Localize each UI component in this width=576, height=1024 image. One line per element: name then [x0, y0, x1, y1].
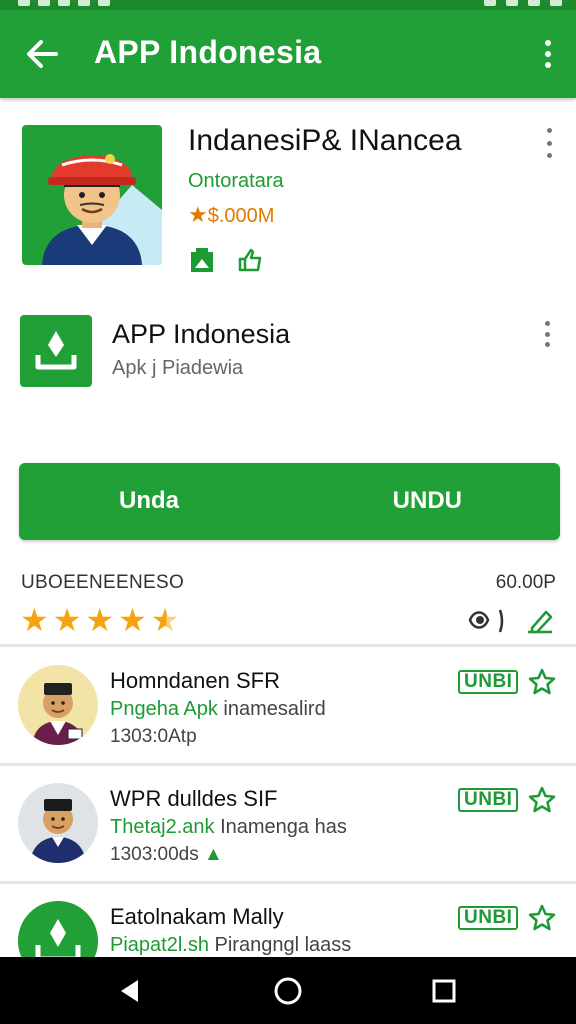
favorite-star-icon[interactable] — [528, 786, 556, 814]
install-button-left-label: Unda — [119, 487, 179, 514]
favorite-star-icon[interactable] — [528, 668, 556, 696]
rating-stars: ★ ★ ★ ★ ★ — [20, 604, 179, 636]
share-icon[interactable] — [466, 606, 510, 641]
app-bar: APP Indonesia — [0, 10, 576, 98]
notification-icon — [38, 0, 50, 6]
back-arrow-icon[interactable] — [22, 34, 62, 74]
hero-app-title: IndanesiP& INancea — [188, 124, 462, 157]
star-icon: ★ — [118, 602, 147, 638]
hero-rating: ★$.000M — [188, 202, 274, 228]
write-review-icon[interactable] — [524, 606, 556, 641]
small-arrow-icon: ▲ — [204, 844, 223, 865]
app-row-name: APP Indonesia — [112, 319, 291, 349]
avatar — [18, 665, 98, 745]
rating-label: UBOEENEENESO — [21, 572, 185, 593]
rating-count: 60.00P — [495, 572, 556, 593]
hero-more-options-icon[interactable] — [544, 128, 554, 158]
list-item-title: WPR dulldes SIF — [110, 786, 278, 811]
install-button[interactable]: Unda UNDU — [19, 463, 560, 540]
hero-card: IndanesiP& INancea Ontoratara ★$.000M — [0, 98, 576, 288]
list-item-title: Eatolnakam Mally — [110, 904, 284, 929]
divider — [0, 644, 576, 647]
hero-developer-link[interactable]: Ontoratara — [188, 170, 284, 193]
list-item-badge: UNBI — [458, 906, 519, 930]
list-item-meta: 1303:00ds ▲ — [110, 844, 223, 865]
app-row-more-options-icon[interactable] — [542, 321, 552, 347]
app-row-subtitle: Apk j Piadewia — [112, 357, 244, 379]
notification-icon — [78, 0, 90, 6]
editors-choice-icon — [188, 246, 216, 279]
download-app-icon — [20, 315, 92, 387]
install-button-right-label: UNDU — [392, 487, 462, 514]
list-item-subtitle: Pngeha Apk inamesalird — [110, 698, 326, 720]
avatar — [18, 783, 98, 863]
status-icons-left — [18, 0, 110, 6]
status-bar — [0, 0, 576, 10]
rating-section: UBOEENEENESO 60.00P ★ ★ ★ ★ ★ — [0, 562, 576, 644]
notification-icon — [98, 0, 110, 6]
list-item-title: Homndanen SFR — [110, 668, 280, 693]
signal-icon — [506, 0, 518, 6]
list-item-subtitle: Piapat2l.sh Pirangngl laass — [110, 934, 352, 956]
notification-icon — [18, 0, 30, 6]
nav-home-icon[interactable] — [272, 975, 304, 1007]
star-icon: ★ — [20, 602, 49, 638]
list-item-meta: 1303:0Atp — [110, 726, 197, 747]
favorite-star-icon[interactable] — [528, 904, 556, 932]
thumbs-up-icon[interactable] — [236, 246, 264, 279]
app-row[interactable]: APP Indonesia Apk j Piadewia — [0, 305, 576, 415]
overflow-menu-icon[interactable] — [538, 34, 558, 74]
list-item-badge: UNBI — [458, 788, 519, 812]
list-item-badge: UNBI — [458, 670, 519, 694]
hero-rating-text: $.000M — [207, 205, 275, 227]
hero-badges — [188, 246, 264, 279]
app-bar-title: APP Indonesia — [94, 34, 322, 70]
nav-recents-icon[interactable] — [428, 975, 460, 1007]
star-icon: ★ — [85, 602, 115, 638]
notification-icon — [58, 0, 70, 6]
half-star-icon: ★ — [150, 602, 180, 638]
app-icon-illustration[interactable] — [22, 125, 162, 265]
system-nav-bar — [0, 957, 576, 1024]
signal-icon — [528, 0, 540, 6]
list-item[interactable]: WPR dulldes SIF Thetaj2.ank Inamenga has… — [0, 766, 576, 880]
list-item-subtitle: Thetaj2.ank Inamenga has — [110, 816, 347, 838]
status-icons-right — [484, 0, 562, 6]
battery-icon — [550, 0, 562, 6]
star-icon: ★ — [52, 602, 82, 638]
star-icon: ★ — [188, 202, 208, 227]
nav-back-icon[interactable] — [114, 975, 146, 1007]
list-item[interactable]: Homndanen SFR Pngeha Apk inamesalird 130… — [0, 648, 576, 762]
wifi-icon — [484, 0, 496, 6]
screen: APP Indonesia IndanesiP& INancea Ontorat… — [0, 0, 576, 1024]
rating-actions — [466, 606, 556, 641]
